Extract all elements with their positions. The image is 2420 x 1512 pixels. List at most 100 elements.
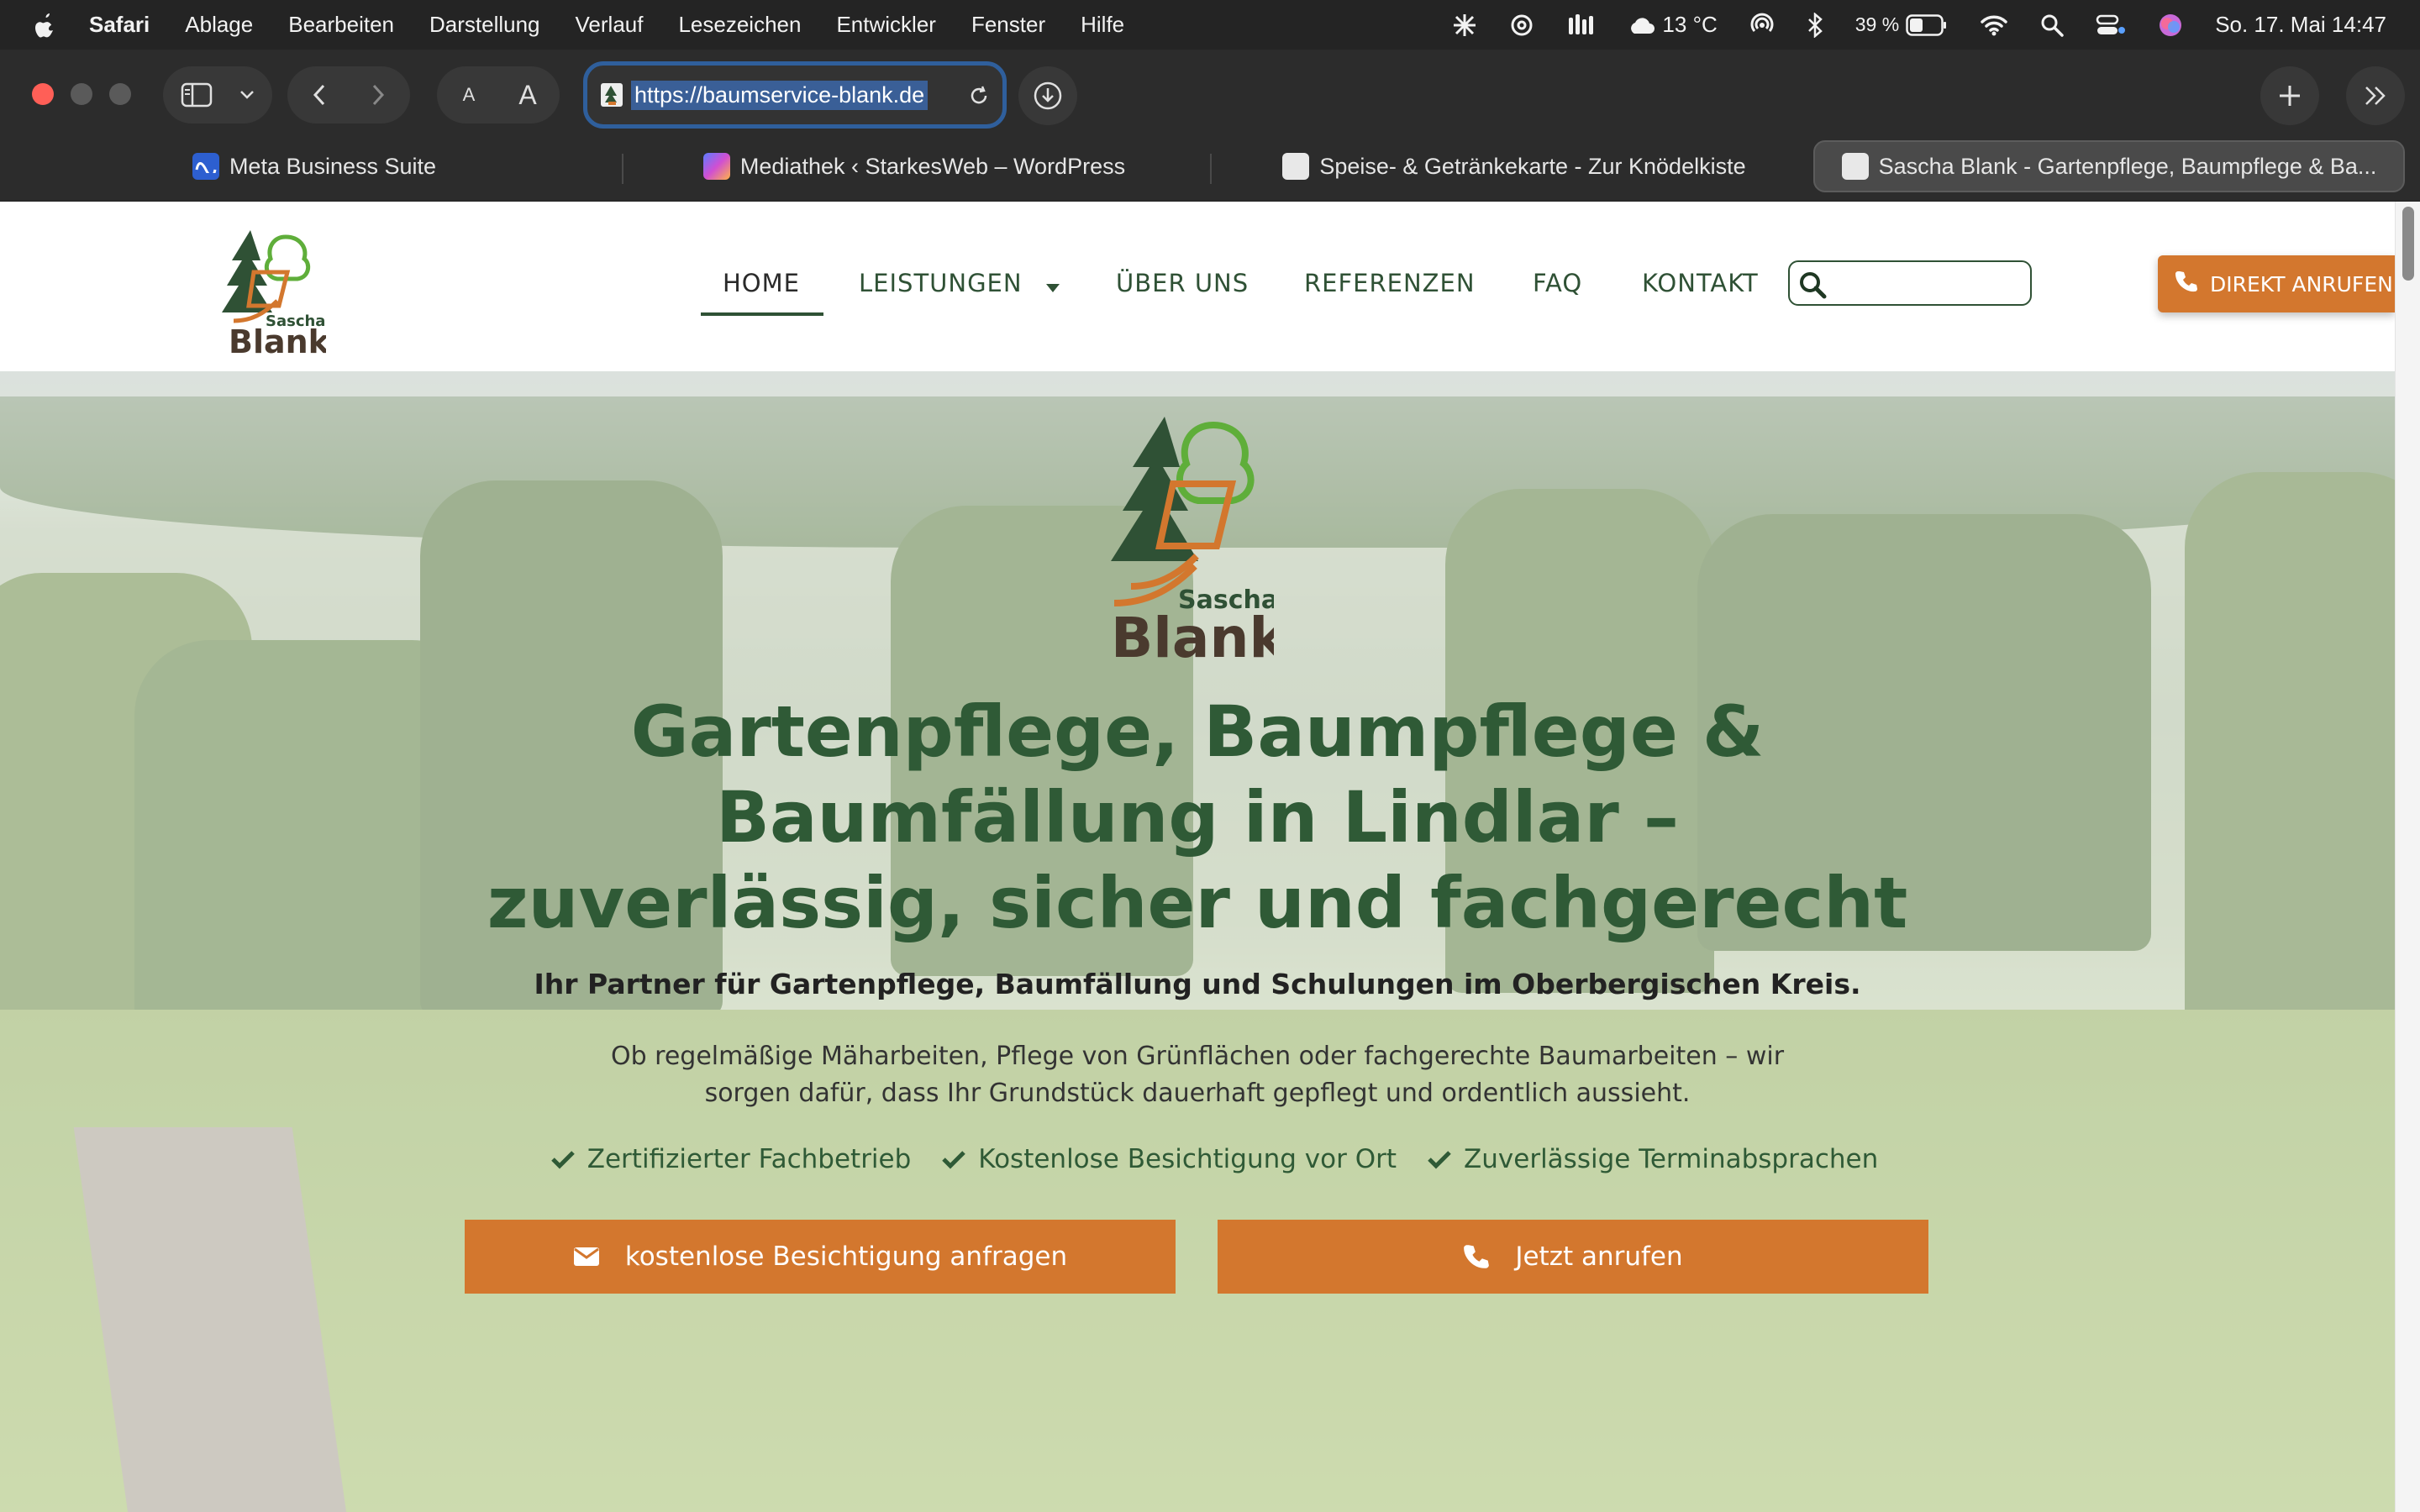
siri-icon[interactable] (2158, 13, 2183, 38)
hero-content: Sascha Blank Gartenpflege, Baumpflege & … (0, 371, 2395, 1512)
nav-active-underline (701, 312, 823, 316)
check-icon (942, 1151, 966, 1169)
nav-leistungen[interactable]: LEISTUNGEN (859, 269, 1061, 299)
text-smaller-button[interactable]: A (439, 66, 498, 123)
feature-item: Zertifizierter Fachbetrieb (550, 1144, 912, 1174)
scrollbar-thumb[interactable] (2402, 207, 2414, 281)
tab-label: Speise- & Getränkekarte - Zur Knödelkist… (1319, 153, 1746, 179)
menu-fenster[interactable]: Fenster (971, 12, 1045, 38)
spotlight-icon[interactable] (2040, 13, 2064, 37)
menu-hilfe[interactable]: Hilfe (1081, 12, 1124, 38)
feature-label: Zuverlässige Terminabsprachen (1464, 1144, 1879, 1174)
battery-percentage: 39 % (1854, 13, 1900, 35)
phone-icon (2175, 270, 2198, 298)
nav-faq[interactable]: FAQ (1533, 269, 1582, 297)
tab-separator (1210, 154, 1212, 184)
airdrop-icon[interactable] (1749, 13, 1775, 38)
address-bar[interactable]: https://baumservice-blank.de (583, 61, 1007, 129)
new-tab-icon[interactable] (2260, 66, 2319, 125)
web-page: Sascha Blank HOME LEISTUNGEN ÜBER UNS RE… (0, 202, 2395, 1512)
nav-kontakt[interactable]: KONTAKT (1642, 269, 1759, 297)
hero-title-line-2: Baumfällung in Lindlar – (715, 776, 1680, 858)
logo-last-name: Blank (229, 323, 326, 356)
menu-lesezeichen[interactable]: Lesezeichen (678, 12, 801, 38)
chevron-down-icon[interactable] (226, 66, 268, 123)
wordpress-media-icon (702, 153, 730, 180)
control-center-icon[interactable] (2096, 13, 2126, 37)
nav-referenzen[interactable]: REFERENZEN (1304, 269, 1476, 297)
weather-temperature: 13 °C (1662, 12, 1718, 37)
menu-bar: Safari Ablage Bearbeiten Darstellung Ver… (0, 0, 2420, 50)
call-now-label: Jetzt anrufen (1515, 1242, 1683, 1272)
tab-mediathek-wordpress[interactable]: Mediathek ‹ StarkesWeb – WordPress (629, 140, 1200, 192)
back-icon[interactable] (290, 66, 349, 123)
downloads-icon[interactable] (1018, 66, 1077, 125)
battery-status[interactable]: 39 % (1855, 13, 1948, 36)
menu-bearbeiten[interactable]: Bearbeiten (288, 12, 394, 38)
sidebar-toggle-group (163, 66, 272, 123)
hero-features: Zertifizierter Fachbetrieb Kostenlose Be… (0, 1144, 2395, 1174)
request-inspection-button[interactable]: kostenlose Besichtigung anfragen (465, 1220, 1176, 1294)
hero-description-line-2: sorgen dafür, dass Ihr Grundstück dauerh… (704, 1079, 1691, 1108)
hero-description: Ob regelmäßige Mäharbeiten, Pflege von G… (521, 1038, 1874, 1112)
wifi-icon[interactable] (1980, 14, 2008, 36)
feature-label: Kostenlose Besichtigung vor Ort (978, 1144, 1397, 1174)
header-logo[interactable]: Sascha Blank (217, 213, 330, 360)
tab-label: Meta Business Suite (229, 153, 437, 179)
sidebar-icon[interactable] (167, 66, 226, 123)
weather-status[interactable]: 13 °C (1627, 12, 1718, 38)
menu-entwickler[interactable]: Entwickler (836, 12, 935, 38)
text-size-group: A A (437, 66, 560, 123)
envelope-icon (573, 1247, 599, 1266)
site-favicon (1841, 153, 1869, 180)
nav-home[interactable]: HOME (723, 269, 800, 297)
hero-section: Sascha Blank Gartenpflege, Baumpflege & … (0, 371, 2395, 1512)
page-scrollbar[interactable] (2395, 202, 2420, 1512)
hero-subtitle: Ihr Partner für Gartenpflege, Baumfällun… (534, 968, 1861, 1000)
nav-ueber-uns[interactable]: ÜBER UNS (1116, 269, 1249, 297)
search-icon[interactable] (1798, 270, 1827, 303)
apple-icon[interactable] (34, 12, 57, 39)
hero-description-line-1: Ob regelmäßige Mäharbeiten, Pflege von G… (610, 1042, 1785, 1071)
hero-logo: Sascha Blank (1089, 410, 1287, 670)
tab-meta-business-suite[interactable]: Meta Business Suite (13, 140, 615, 192)
activity-icon[interactable] (1566, 13, 1595, 38)
feature-item: Zuverlässige Terminabsprachen (1427, 1144, 1878, 1174)
meta-icon (192, 153, 219, 180)
site-search-input[interactable] (1788, 260, 2032, 306)
menu-app-safari[interactable]: Safari (89, 12, 150, 38)
forward-icon[interactable] (349, 66, 408, 123)
site-favicon (601, 83, 623, 107)
menu-darstellung[interactable]: Darstellung (429, 12, 540, 38)
text-larger-button[interactable]: A (498, 66, 557, 123)
feature-label: Zertifizierter Fachbetrieb (587, 1144, 912, 1174)
menu-verlauf[interactable]: Verlauf (576, 12, 644, 38)
direct-call-button[interactable]: DIREKT ANRUFEN (2158, 255, 2395, 312)
tab-sascha-blank[interactable]: Sascha Blank - Gartenpflege, Baumpflege … (1813, 140, 2405, 192)
tab-separator (622, 154, 623, 184)
hero-logo-last-name: Blank (1111, 606, 1274, 662)
tab-knoedelkiste[interactable]: Speise- & Getränkekarte - Zur Knödelkist… (1217, 140, 1812, 192)
menu-bar-status-area: 13 °C 39 % So. 17. Mai 14:47 (1420, 0, 2386, 50)
bluetooth-icon[interactable] (1807, 12, 1823, 38)
site-header: Sascha Blank HOME LEISTUNGEN ÜBER UNS RE… (0, 202, 2395, 371)
nav-leistungen-label: LEISTUNGEN (859, 269, 1023, 297)
window-zoom-button[interactable] (109, 83, 131, 105)
navigation-group (287, 66, 410, 123)
tab-label: Sascha Blank - Gartenpflege, Baumpflege … (1878, 153, 2377, 179)
phone-icon (1464, 1245, 1490, 1268)
cloud-icon (1631, 17, 1655, 34)
sparkle-icon[interactable] (1452, 13, 1477, 38)
window-close-button[interactable] (32, 83, 54, 105)
check-icon (1428, 1151, 1451, 1169)
chatgpt-icon[interactable] (1509, 13, 1534, 38)
call-now-button[interactable]: Jetzt anrufen (1218, 1220, 1928, 1294)
reload-icon[interactable] (967, 84, 991, 112)
battery-icon (1906, 13, 1947, 36)
tab-overview-icon[interactable] (2346, 66, 2405, 125)
url-text[interactable]: https://baumservice-blank.de (631, 80, 929, 110)
window-minimize-button[interactable] (71, 83, 92, 105)
menu-bar-clock[interactable]: So. 17. Mai 14:47 (2215, 12, 2386, 38)
page-icon (1282, 153, 1310, 180)
menu-ablage[interactable]: Ablage (185, 12, 253, 38)
